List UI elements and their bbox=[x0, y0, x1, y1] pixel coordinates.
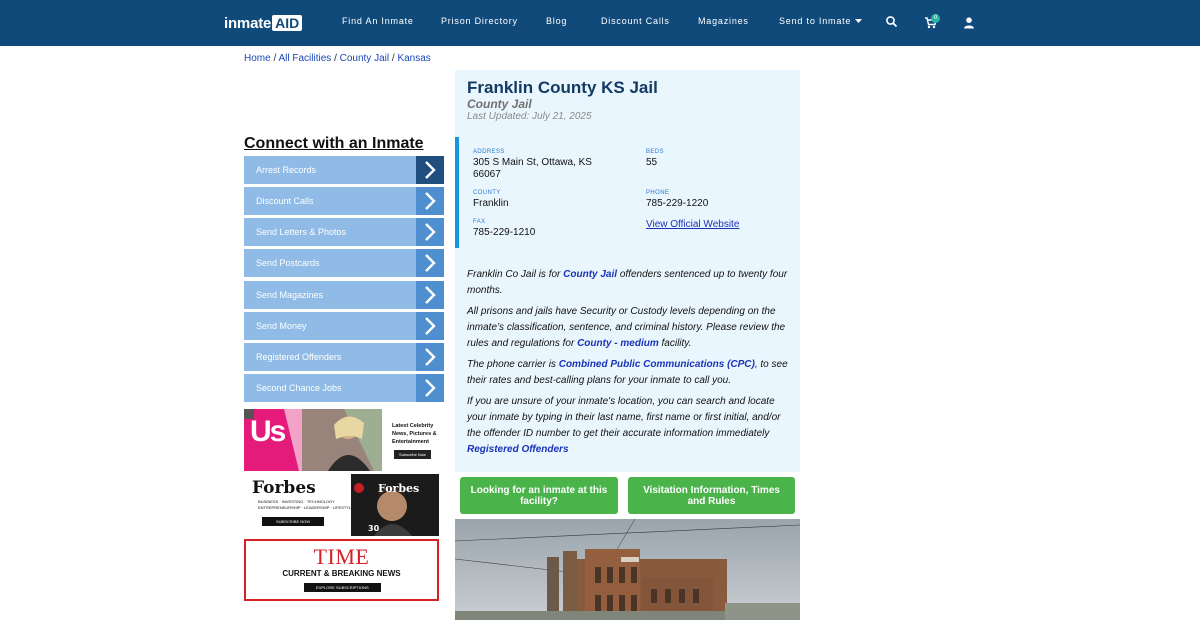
chevron-right-icon bbox=[416, 218, 444, 246]
sidebar-item-label: Registered Offenders bbox=[256, 352, 342, 362]
nav-prison-directory[interactable]: Prison Directory bbox=[441, 16, 518, 26]
official-website-link[interactable]: View Official Website bbox=[646, 219, 739, 230]
top-navbar: inmate AID Find An Inmate Prison Director… bbox=[0, 0, 1200, 46]
nav-send-to-inmate-label: Send to Inmate bbox=[779, 16, 852, 26]
phone-value: 785-229-1220 bbox=[646, 198, 709, 209]
site-logo[interactable]: inmate AID bbox=[224, 14, 303, 32]
details-accent-bar bbox=[455, 137, 459, 248]
nav-send-to-inmate[interactable]: Send to Inmate bbox=[779, 16, 862, 26]
chevron-right-icon bbox=[416, 343, 444, 371]
beds-label: BEDS bbox=[646, 149, 664, 155]
sidebar-title: Connect with an Inmate bbox=[244, 135, 424, 152]
sidebar-item-send-money[interactable]: Send Money bbox=[244, 312, 444, 340]
logo-box: AID bbox=[272, 15, 303, 31]
sidebar-item-send-postcards[interactable]: Send Postcards bbox=[244, 249, 444, 277]
fax-label: FAX bbox=[473, 219, 486, 225]
description-text: Franklin Co Jail is for bbox=[467, 269, 564, 280]
us-ad-line2: News, Pictures & bbox=[392, 431, 437, 437]
search-icon[interactable] bbox=[885, 15, 899, 29]
address-line2: 66067 bbox=[473, 169, 501, 180]
sidebar-item-label: Arrest Records bbox=[256, 165, 317, 175]
breadcrumb-separator: / bbox=[334, 53, 337, 64]
breadcrumb-kansas[interactable]: Kansas bbox=[397, 53, 430, 64]
visitation-info-button[interactable]: Visitation Information, Times and Rules bbox=[628, 477, 795, 514]
description-paragraph-3: The phone carrier is Combined Public Com… bbox=[467, 357, 792, 389]
breadcrumb-home[interactable]: Home bbox=[244, 53, 271, 64]
forbes-ad[interactable]: Forbes Forbes 30 BUSINESS · INVESTING · … bbox=[244, 474, 439, 536]
description-paragraph-2: All prisons and jails have Security or C… bbox=[467, 304, 792, 352]
forbes-subscribe-button[interactable]: SUBSCRIBE NOW bbox=[262, 517, 325, 526]
forbes-ad-line1: BUSINESS · INVESTING · TECHNOLOGY bbox=[258, 499, 335, 504]
sidebar-item-send-magazines[interactable]: Send Magazines bbox=[244, 281, 444, 309]
sidebar-item-label: Send Money bbox=[256, 321, 307, 331]
logo-text: inmate bbox=[224, 14, 272, 32]
us-logo: Us bbox=[250, 415, 286, 448]
breadcrumb: Home / All Facilities / County Jail / Ka… bbox=[244, 53, 431, 64]
address-line1: 305 S Main St, Ottawa, KS bbox=[473, 157, 592, 168]
sidebar-item-second-chance-jobs[interactable]: Second Chance Jobs bbox=[244, 374, 444, 402]
looking-for-inmate-button[interactable]: Looking for an inmate at this facility? bbox=[460, 477, 618, 514]
last-updated: Last Updated: July 21, 2025 bbox=[467, 111, 592, 122]
us-ad-line1: Latest Celebrity bbox=[392, 423, 434, 429]
sidebar-item-label: Send Magazines bbox=[256, 290, 324, 300]
nav-discount-calls[interactable]: Discount Calls bbox=[601, 16, 670, 26]
breadcrumb-all-facilities[interactable]: All Facilities bbox=[278, 53, 331, 64]
chevron-right-icon bbox=[416, 187, 444, 215]
facility-type: County Jail bbox=[467, 97, 532, 111]
sidebar-item-arrest-records[interactable]: Arrest Records bbox=[244, 156, 444, 184]
fax-value: 785-229-1210 bbox=[473, 227, 536, 238]
chevron-right-icon bbox=[416, 281, 444, 309]
time-ad[interactable]: TIME CURRENT & BREAKING NEWS EXPLORE SUB… bbox=[244, 539, 439, 601]
nav-find-an-inmate[interactable]: Find An Inmate bbox=[342, 16, 414, 26]
cart-count-badge: 0 bbox=[931, 14, 940, 23]
sidebar-item-label: Second Chance Jobs bbox=[256, 383, 342, 393]
breadcrumb-separator: / bbox=[391, 53, 395, 64]
forbes-logo: Forbes bbox=[252, 478, 316, 498]
time-ad-line1: CURRENT & BREAKING NEWS bbox=[282, 569, 401, 578]
registered-offenders-link[interactable]: Registered Offenders bbox=[467, 444, 569, 455]
forbes-cover-number: 30 bbox=[368, 524, 380, 533]
us-subscribe-button[interactable]: Subscribe Now bbox=[394, 450, 431, 459]
county-label: COUNTY bbox=[473, 190, 501, 196]
sidebar-item-registered-offenders[interactable]: Registered Offenders bbox=[244, 343, 444, 371]
phone-carrier-link[interactable]: Combined Public Communications (CPC) bbox=[559, 359, 755, 370]
chevron-right-icon bbox=[416, 249, 444, 277]
nav-magazines[interactable]: Magazines bbox=[698, 16, 749, 26]
page-title: Franklin County KS Jail bbox=[467, 78, 658, 97]
sidebar-item-label: Send Letters & Photos bbox=[256, 227, 347, 237]
county-value: Franklin bbox=[473, 198, 509, 209]
breadcrumb-county-jail[interactable]: County Jail bbox=[340, 53, 389, 64]
sidebar-item-send-letters-photos[interactable]: Send Letters & Photos bbox=[244, 218, 444, 246]
description-text: The phone carrier is bbox=[467, 359, 559, 370]
breadcrumb-separator: / bbox=[273, 53, 277, 64]
forbes-ad-line2: ENTREPRENEURSHIP · LEADERSHIP · LIFESTYL… bbox=[258, 505, 354, 510]
time-explore-button[interactable]: EXPLORE SUBSCRIPTIONS bbox=[304, 583, 381, 592]
sidebar-item-label: Send Postcards bbox=[256, 258, 320, 268]
description-text: facility. bbox=[658, 338, 692, 349]
nav-blog[interactable]: Blog bbox=[546, 16, 567, 26]
county-medium-link[interactable]: County - medium bbox=[577, 338, 659, 349]
us-weekly-ad[interactable]: Us Latest Celebrity News, Pictures & Ent… bbox=[244, 409, 439, 471]
beds-value: 55 bbox=[646, 157, 658, 168]
phone-label: PHONE bbox=[646, 190, 670, 196]
facility-photo bbox=[455, 519, 800, 620]
chevron-right-icon bbox=[416, 374, 444, 402]
county-jail-link[interactable]: County Jail bbox=[563, 269, 617, 280]
sidebar-item-label: Discount Calls bbox=[256, 196, 314, 206]
facility-photo-art bbox=[455, 519, 800, 620]
description-text: If you are unsure of your inmate's locat… bbox=[467, 396, 781, 439]
chevron-right-icon bbox=[416, 156, 444, 184]
address-label: ADDRESS bbox=[473, 149, 505, 155]
sidebar-item-discount-calls[interactable]: Discount Calls bbox=[244, 187, 444, 215]
us-ad-line3: Entertainment bbox=[392, 439, 429, 445]
forbes-cover-logo: Forbes bbox=[378, 482, 420, 495]
user-icon[interactable] bbox=[962, 16, 976, 30]
description-paragraph-1: Franklin Co Jail is for County Jail offe… bbox=[467, 267, 792, 299]
time-logo: TIME bbox=[313, 544, 370, 569]
description-paragraph-4: If you are unsure of your inmate's locat… bbox=[467, 394, 792, 458]
caret-down-icon bbox=[854, 19, 862, 24]
chevron-right-icon bbox=[416, 312, 444, 340]
